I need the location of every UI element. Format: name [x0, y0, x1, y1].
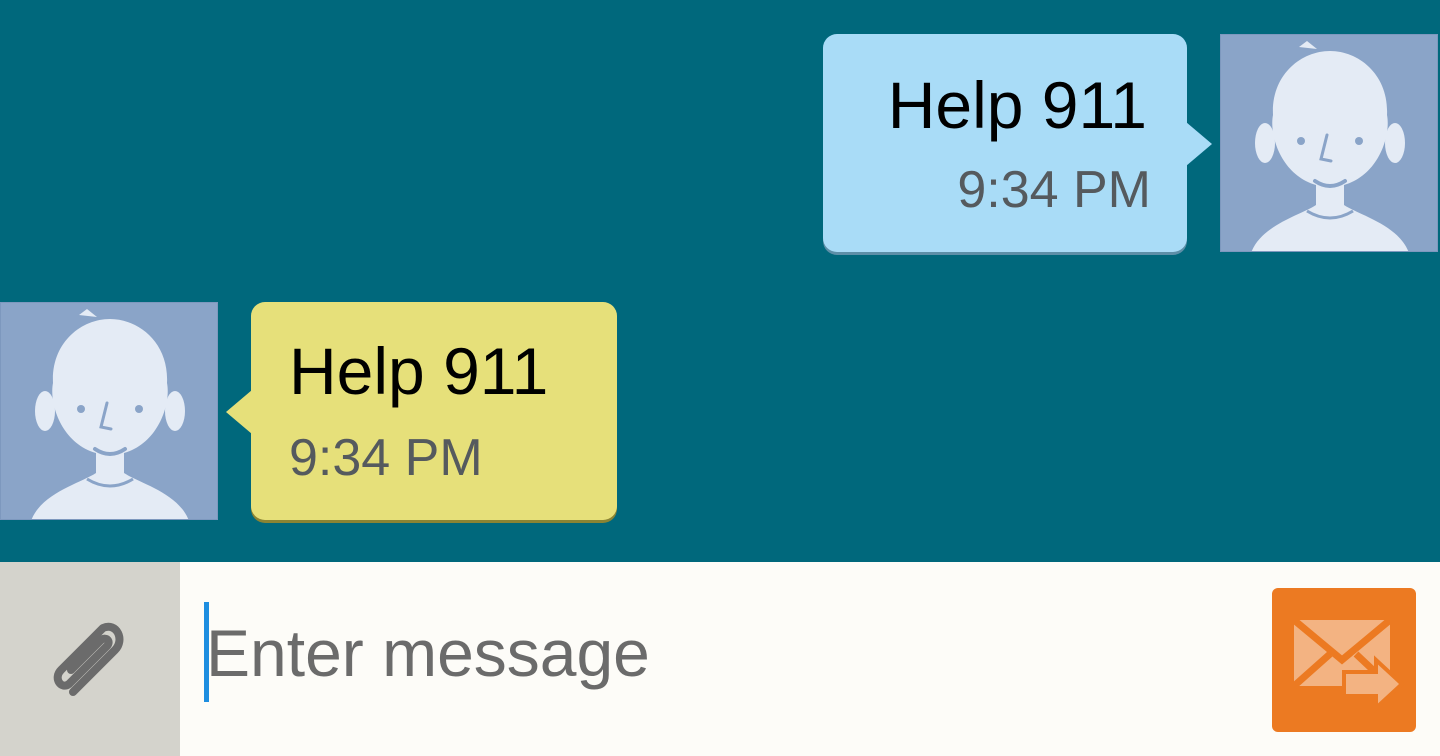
send-button[interactable]: [1272, 588, 1416, 732]
bubble-tail: [1186, 122, 1212, 166]
bubble-tail: [226, 390, 252, 434]
person-silhouette-icon: [1, 303, 217, 519]
message-bubble-outgoing[interactable]: Help 911 9:34 PM: [823, 34, 1187, 252]
message-bubble-incoming[interactable]: Help 911 9:34 PM: [251, 302, 617, 520]
message-timestamp: 9:34 PM: [957, 161, 1151, 219]
text-cursor: [204, 602, 209, 702]
attach-button[interactable]: [0, 562, 180, 756]
message-composer: [0, 562, 1440, 756]
conversation-thread[interactable]: Help 911 9:34 PM Help 911 9:34 PM: [0, 0, 1440, 562]
message-text: Help 911: [887, 68, 1147, 142]
message-timestamp: 9:34 PM: [289, 429, 483, 487]
avatar-sender[interactable]: [1220, 34, 1438, 252]
person-silhouette-icon: [1221, 35, 1437, 251]
avatar-recipient[interactable]: [0, 302, 218, 520]
message-input[interactable]: [204, 602, 1244, 704]
messaging-screen: Help 911 9:34 PM Help 911 9:34 PM Enter …: [0, 0, 1440, 756]
message-text: Help 911: [289, 334, 549, 408]
send-envelope-icon: [1291, 617, 1405, 713]
paperclip-icon: [53, 622, 124, 696]
